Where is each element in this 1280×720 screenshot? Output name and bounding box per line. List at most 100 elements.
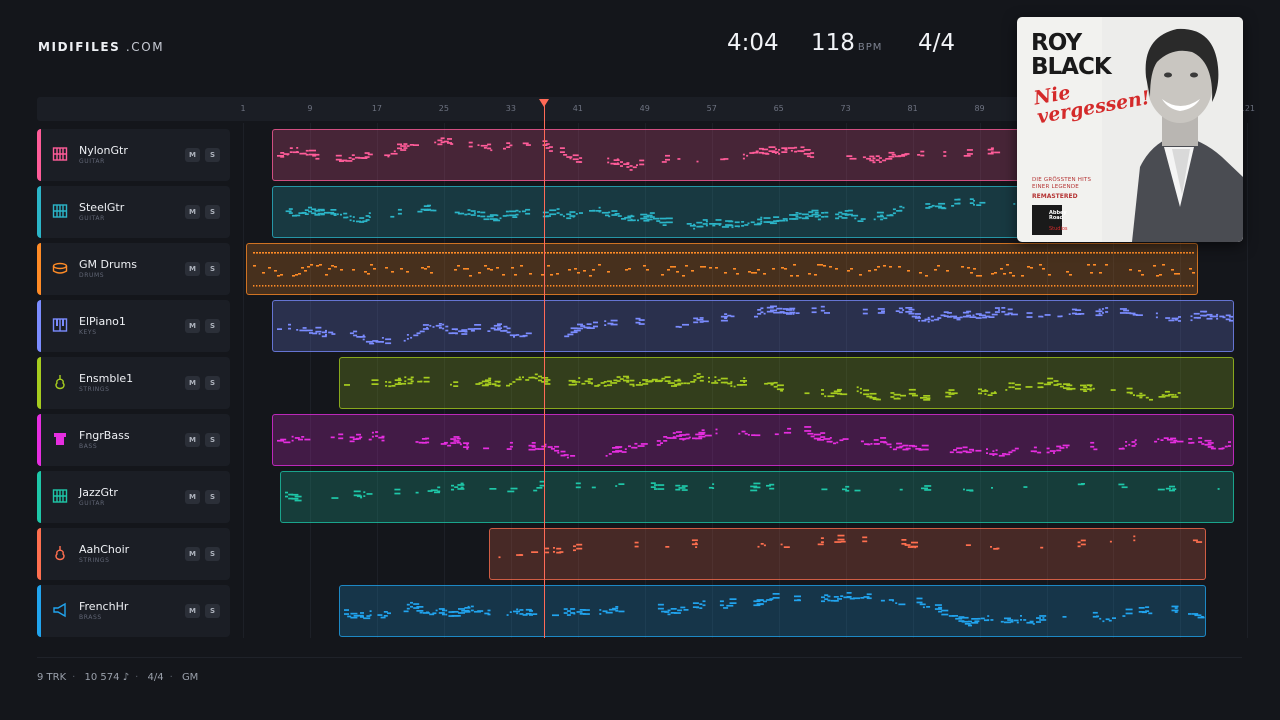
track-header[interactable]: FngrBass BASS M S [37, 414, 230, 466]
midi-clip[interactable] [246, 243, 1198, 295]
note-pattern [277, 426, 1231, 459]
album-remastered: REMASTERED [1032, 193, 1078, 200]
solo-button[interactable]: S [205, 604, 220, 618]
tempo-readout: 118 BPM [811, 30, 882, 56]
solo-button[interactable]: S [205, 490, 220, 504]
track-color-bar [37, 528, 41, 580]
track-name: JazzGtr [79, 486, 118, 499]
track-color-bar [37, 186, 41, 238]
footer-separator: · [72, 672, 76, 683]
track-category: BRASS [79, 614, 102, 621]
ruler-tick: 65 [773, 104, 784, 113]
midi-clip[interactable] [339, 585, 1206, 637]
guitar-icon [52, 488, 68, 504]
track-color-bar [37, 243, 41, 295]
note-pattern [498, 534, 1203, 559]
track-category: DRUMS [79, 272, 105, 279]
logo-bold: MIDIFILES [38, 40, 121, 54]
solo-button[interactable]: S [205, 319, 220, 333]
album-subtitle: DIE GRÖSSTEN HITS EINER LEGENDE [1032, 177, 1092, 190]
track-category: BASS [79, 443, 98, 450]
mute-button[interactable]: M [185, 376, 200, 390]
track-color-bar [37, 414, 41, 466]
solo-button[interactable]: S [205, 148, 220, 162]
piano-icon [52, 317, 68, 333]
site-logo[interactable]: MIDIFILES .COM [38, 40, 164, 54]
track-color-bar [37, 129, 41, 181]
note-pattern [344, 373, 1181, 401]
track-header[interactable]: AahChoir STRINGS M S [37, 528, 230, 580]
mute-button[interactable]: M [185, 205, 200, 219]
solo-button[interactable]: S [205, 376, 220, 390]
ruler-tick: 41 [572, 104, 583, 113]
record-label-sub: Studios [1049, 226, 1068, 232]
track-name: FrenchHr [79, 600, 129, 613]
solo-button[interactable]: S [205, 205, 220, 219]
ruler-tick: 81 [907, 104, 918, 113]
midi-clip[interactable] [272, 414, 1234, 466]
grid-line [243, 123, 244, 638]
tempo-value: 118 [811, 30, 855, 56]
drum-icon [52, 260, 68, 276]
midi-clip[interactable] [280, 471, 1234, 523]
ruler-tick: 25 [438, 104, 449, 113]
midi-clip[interactable] [489, 528, 1206, 580]
track-category: GUITAR [79, 215, 105, 222]
track-name: SteelGtr [79, 201, 125, 214]
playhead[interactable] [544, 100, 546, 638]
logo-light: .COM [125, 40, 165, 54]
artist-photo [1102, 17, 1243, 242]
mute-button[interactable]: M [185, 490, 200, 504]
violin-icon [52, 374, 68, 390]
record-label-logo: Abbey Road Studios [1032, 205, 1068, 235]
solo-button[interactable]: S [205, 433, 220, 447]
note-pattern [285, 480, 1220, 502]
ruler-tick: 17 [371, 104, 382, 113]
footer-signature: 4/4 [147, 672, 164, 683]
mute-button[interactable]: M [185, 262, 200, 276]
track-name: ElPiano1 [79, 315, 126, 328]
ruler-tick: 33 [505, 104, 516, 113]
mute-button[interactable]: M [185, 604, 200, 618]
tempo-unit: BPM [857, 42, 883, 53]
footer-standard: GM [181, 672, 199, 683]
midi-clip[interactable] [339, 357, 1234, 409]
solo-button[interactable]: S [205, 547, 220, 561]
track-header[interactable]: Ensmble1 STRINGS M S [37, 357, 230, 409]
horn-icon [52, 602, 68, 618]
track-color-bar [37, 357, 41, 409]
bass-amp-icon [52, 431, 68, 447]
guitar-icon [52, 203, 68, 219]
ruler-tick: 73 [840, 104, 851, 113]
note-pattern [344, 592, 1205, 627]
solo-button[interactable]: S [205, 262, 220, 276]
ruler-tick: 57 [706, 104, 717, 113]
track-category: GUITAR [79, 500, 105, 507]
track-header[interactable]: JazzGtr GUITAR M S [37, 471, 230, 523]
ruler-tick: 89 [974, 104, 985, 113]
track-name: Ensmble1 [79, 372, 134, 385]
footer-note-count: 10 574 ♪ [84, 672, 130, 683]
track-name: GM Drums [79, 258, 137, 271]
track-header[interactable]: SteelGtr GUITAR M S [37, 186, 230, 238]
track-header[interactable]: ElPiano1 KEYS M S [37, 300, 230, 352]
mute-button[interactable]: M [185, 319, 200, 333]
track-header[interactable]: GM Drums DRUMS M S [37, 243, 230, 295]
footer-separator: · [169, 672, 173, 683]
track-header[interactable]: FrenchHr BRASS M S [37, 585, 230, 637]
mute-button[interactable]: M [185, 148, 200, 162]
footer-divider [37, 657, 1242, 658]
mute-button[interactable]: M [185, 547, 200, 561]
duration-readout: 4:04 [727, 30, 779, 56]
ruler-tick: 9 [307, 104, 313, 113]
mute-button[interactable]: M [185, 433, 200, 447]
footer-separator: · [135, 672, 139, 683]
time-signature-readout: 4/4 [918, 30, 956, 56]
violin-icon [52, 545, 68, 561]
track-name: AahChoir [79, 543, 130, 556]
note-pattern [277, 305, 1233, 345]
midi-clip[interactable] [272, 300, 1234, 352]
track-header[interactable]: NylonGtr GUITAR M S [37, 129, 230, 181]
track-name: FngrBass [79, 429, 130, 442]
guitar-icon [52, 146, 68, 162]
